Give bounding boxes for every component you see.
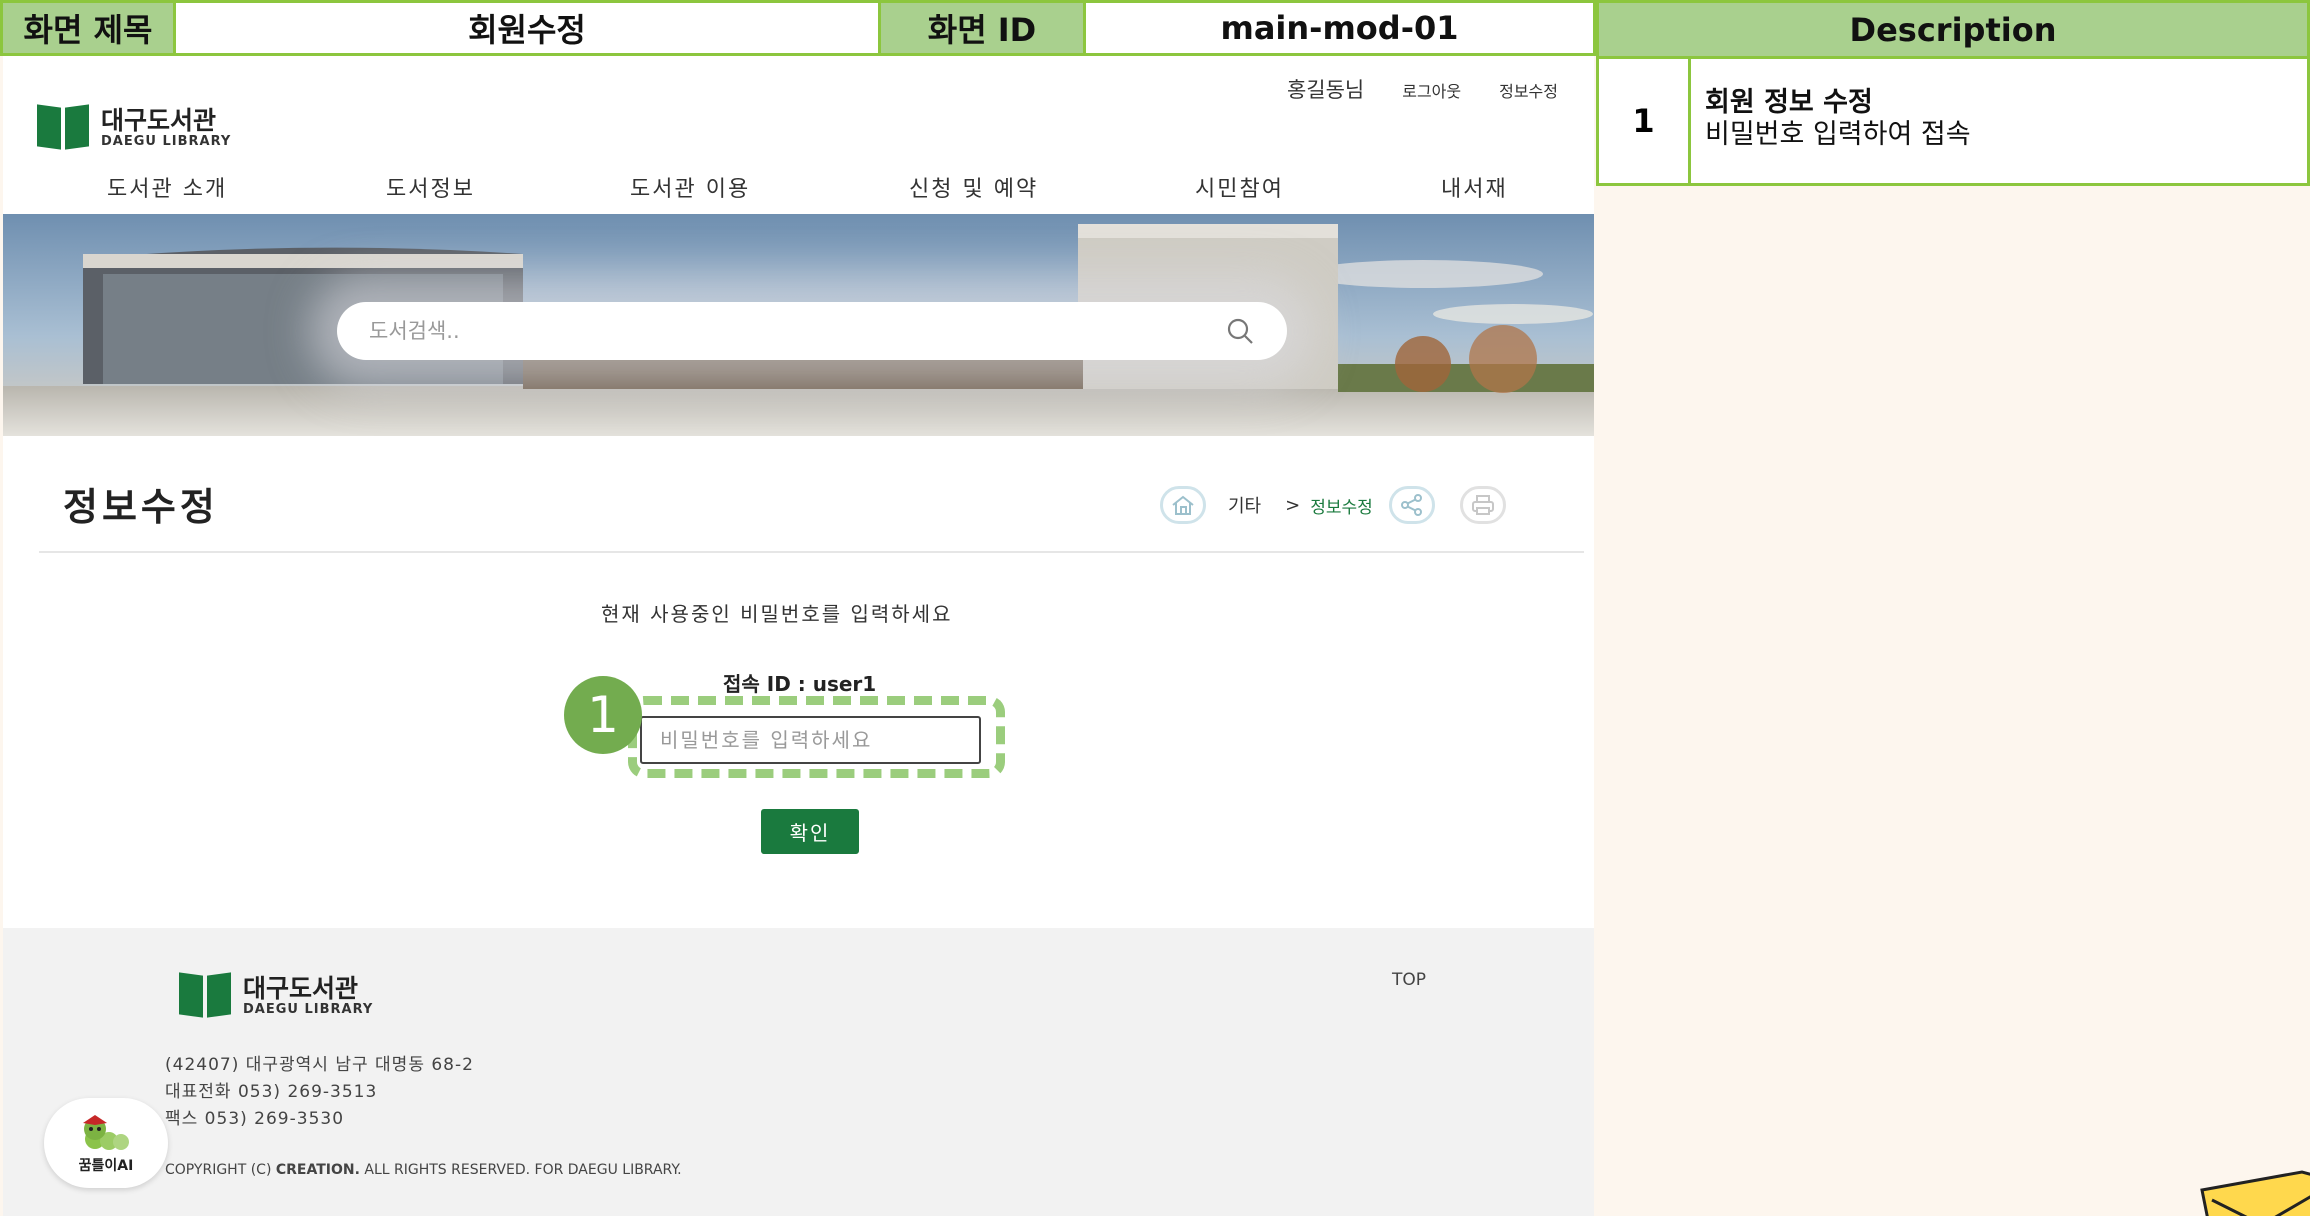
footer-copyright: COPYRIGHT (C) CREATION. ALL RIGHTS RESER…: [165, 1162, 682, 1178]
breadcrumb: 기타 > 정보수정: [1160, 486, 1506, 524]
footer-logo-korean: 대구도서관: [243, 973, 359, 1003]
breadcrumb-current: 정보수정: [1310, 497, 1373, 518]
page-mockup: 대구도서관 DAEGU LIBRARY 홍길동님 로그아웃 정보수정 도서관 소…: [3, 56, 1594, 1216]
description-text: 회원 정보 수정 비밀번호 입력하여 접속: [1691, 59, 1971, 183]
book-logo-icon: [179, 974, 231, 1018]
nav-item-about[interactable]: 도서관 소개: [107, 171, 227, 203]
title-divider: [39, 551, 1584, 553]
description-number: 1: [1599, 59, 1691, 183]
print-icon[interactable]: [1459, 486, 1506, 524]
badge-label: 꿈틀이AI: [78, 1158, 134, 1174]
spec-header: 화면 제목 회원수정 화면 ID main-mod-01: [0, 0, 1596, 56]
screen-id-label: 화면 ID: [881, 3, 1086, 53]
footer-fax: 팩스 053) 269-3530: [165, 1109, 345, 1129]
breadcrumb-etc[interactable]: 기타: [1228, 492, 1261, 518]
annotation-marker: 1: [564, 676, 642, 754]
home-icon[interactable]: [1160, 486, 1206, 524]
page-title: 정보수정: [63, 485, 219, 529]
logout-link[interactable]: 로그아웃: [1402, 78, 1461, 102]
nav-item-usage[interactable]: 도서관 이용: [630, 171, 750, 203]
description-row: 1 회원 정보 수정 비밀번호 입력하여 접속: [1599, 59, 2307, 183]
password-prompt: 현재 사용중인 비밀번호를 입력하세요: [601, 602, 953, 626]
share-icon[interactable]: [1388, 486, 1435, 524]
search-input[interactable]: [369, 319, 1225, 343]
search-icon[interactable]: [1225, 316, 1255, 346]
description-title: 회원 정보 수정: [1705, 87, 1873, 118]
ai-chatbot-badge[interactable]: 꿈틀이AI: [44, 1098, 168, 1188]
breadcrumb-separator: >: [1285, 494, 1301, 516]
nav-item-books[interactable]: 도서정보: [386, 171, 475, 203]
footer-address: (42407) 대구광역시 남구 대명동 68-2: [165, 1055, 474, 1075]
screen-title-value: 회원수정: [176, 3, 881, 53]
footer-phone: 대표전화 053) 269-3513: [165, 1082, 378, 1102]
search-bar: [337, 302, 1287, 360]
logo-korean: 대구도서관: [101, 105, 217, 135]
book-logo-icon: [37, 106, 89, 150]
description-body: 비밀번호 입력하여 접속: [1705, 119, 1971, 150]
description-panel: Description 1 회원 정보 수정 비밀번호 입력하여 접속: [1596, 0, 2310, 186]
storyboard-page: 화면 제목 회원수정 화면 ID main-mod-01 Description…: [0, 0, 2310, 1216]
logo-english: DAEGU LIBRARY: [101, 133, 232, 149]
login-id-label: 접속 ID : user1: [723, 672, 877, 696]
hero-banner: [3, 214, 1594, 436]
edit-info-link[interactable]: 정보수정: [1499, 78, 1558, 102]
copyright-brand: CREATION.: [275, 1162, 360, 1178]
password-input[interactable]: [640, 716, 981, 764]
description-header: Description: [1599, 3, 2307, 59]
main-nav: 도서관 소개 도서정보 도서관 이용 신청 및 예약 시민참여 내서재: [3, 171, 1594, 211]
footer: 대구도서관 DAEGU LIBRARY TOP (42407) 대구광역시 남구…: [3, 928, 1594, 1216]
nav-item-participation[interactable]: 시민참여: [1195, 171, 1284, 203]
screen-id-value: main-mod-01: [1220, 9, 1459, 47]
confirm-button[interactable]: 확인: [761, 809, 859, 854]
screen-title-label: 화면 제목: [3, 3, 176, 53]
nav-item-reservation[interactable]: 신청 및 예약: [909, 171, 1038, 203]
top-link[interactable]: TOP: [1392, 970, 1426, 990]
utility-menu: 홍길동님 로그아웃 정보수정: [1287, 74, 1558, 104]
user-name: 홍길동님: [1286, 78, 1365, 102]
footer-logo-english: DAEGU LIBRARY: [243, 1001, 374, 1017]
caterpillar-mascot-icon: [83, 1115, 129, 1150]
footer-logo: 대구도서관 DAEGU LIBRARY: [179, 974, 373, 1018]
copyright-suffix: ALL RIGHTS RESERVED. FOR DAEGU LIBRARY.: [364, 1162, 682, 1178]
copyright-prefix: COPYRIGHT (C): [165, 1162, 272, 1178]
header-logo[interactable]: 대구도서관 DAEGU LIBRARY: [37, 106, 231, 150]
folder-icon: [2200, 1170, 2310, 1216]
nav-item-my-library[interactable]: 내서재: [1441, 171, 1508, 203]
